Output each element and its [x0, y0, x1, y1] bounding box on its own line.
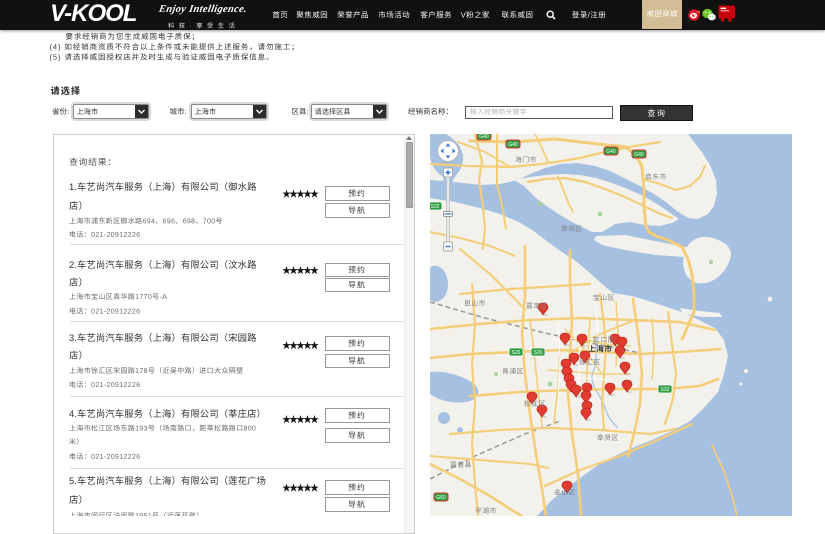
svg-text:G40: G40 [479, 134, 489, 140]
svg-text:S26: S26 [512, 350, 521, 356]
svg-text:S32: S32 [661, 387, 670, 393]
svg-text:G40: G40 [606, 149, 616, 155]
svg-text:S26: S26 [534, 350, 543, 356]
svg-text:G40: G40 [508, 142, 518, 148]
svg-text:G60: G60 [436, 495, 446, 501]
svg-text:G40: G40 [634, 152, 644, 158]
